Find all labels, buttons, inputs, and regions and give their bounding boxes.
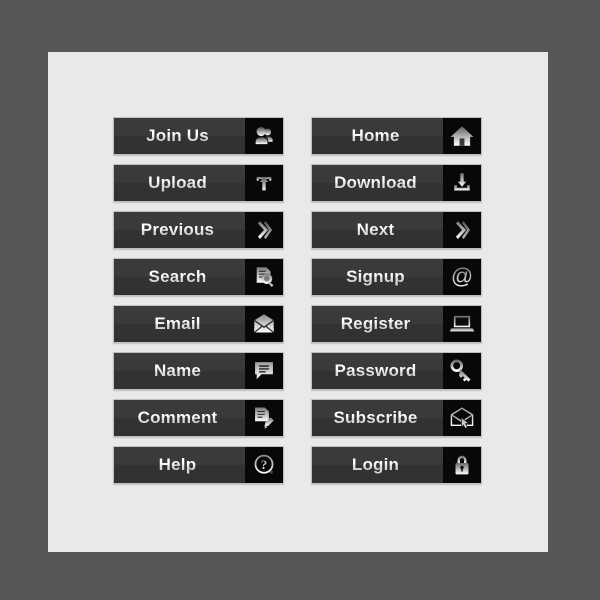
right-column: Home Download Next Signup @ Register Pass… [311,117,482,484]
button-label: Download [312,165,443,201]
button-label: Email [114,306,245,342]
button-label: Search [114,259,245,295]
key-icon [443,353,481,389]
at-sign-icon: @ [443,259,481,295]
envelope-cursor-icon [443,400,481,436]
svg-text:@: @ [451,264,473,289]
button-download[interactable]: Download [311,164,482,202]
button-label: Signup [312,259,443,295]
question-mark-circle-icon: ? ® [245,447,283,483]
envelope-icon [245,306,283,342]
chevron-left-arrow-icon [245,212,283,248]
download-tray-icon [443,165,481,201]
button-email[interactable]: Email [113,305,284,343]
padlock-icon [443,447,481,483]
button-name[interactable]: Name [113,352,284,390]
button-label: Previous [114,212,245,248]
chevron-right-arrow-icon [443,212,481,248]
document-magnifier-icon [245,259,283,295]
button-label: Upload [114,165,245,201]
upload-tray-icon [245,165,283,201]
svg-text:?: ? [261,457,268,472]
button-label: Home [312,118,443,154]
button-subscribe[interactable]: Subscribe [311,399,482,437]
button-label: Password [312,353,443,389]
document-pen-icon [245,400,283,436]
button-search[interactable]: Search [113,258,284,296]
users-icon [245,118,283,154]
button-set-panel: Join Us Upload Previous Search Email Nam… [48,52,548,552]
button-comment[interactable]: Comment [113,399,284,437]
button-next[interactable]: Next [311,211,482,249]
button-upload[interactable]: Upload [113,164,284,202]
button-label: Next [312,212,443,248]
button-help[interactable]: Help ? ® [113,446,284,484]
button-label: Register [312,306,443,342]
speech-bubble-icon [245,353,283,389]
button-login[interactable]: Login [311,446,482,484]
button-join-us[interactable]: Join Us [113,117,284,155]
button-home[interactable]: Home [311,117,482,155]
button-label: Name [114,353,245,389]
button-label: Join Us [114,118,245,154]
button-label: Subscribe [312,400,443,436]
button-label: Comment [114,400,245,436]
button-password[interactable]: Password [311,352,482,390]
button-grid: Join Us Upload Previous Search Email Nam… [113,117,483,484]
laptop-icon [443,306,481,342]
left-column: Join Us Upload Previous Search Email Nam… [113,117,284,484]
screenshot-root: Join Us Upload Previous Search Email Nam… [0,0,600,600]
button-signup[interactable]: Signup @ [311,258,482,296]
house-icon [443,118,481,154]
button-previous[interactable]: Previous [113,211,284,249]
button-label: Login [312,447,443,483]
button-label: Help [114,447,245,483]
button-register[interactable]: Register [311,305,482,343]
